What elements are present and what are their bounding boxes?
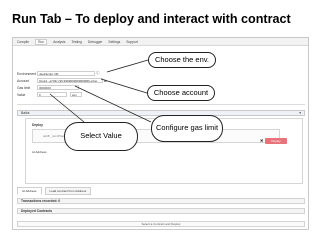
contract-select-value: Ballot <box>21 111 30 115</box>
callout-account: Choose account <box>147 85 215 101</box>
value-label: Value <box>17 92 26 97</box>
transactions-recorded-bar[interactable]: Transactions recorded: 0 <box>17 198 305 204</box>
value-row: Value 0 wei <box>17 92 82 97</box>
callout-env: Choose the env. <box>148 52 216 68</box>
menu-item-support[interactable]: Support <box>126 40 138 44</box>
account-row: Account 0xca3...a733c (99.99999999999999… <box>17 78 107 83</box>
menu-item-testing[interactable]: Testing <box>71 40 81 44</box>
divider <box>17 104 305 105</box>
callout-gas: Configure gas limit <box>151 115 223 142</box>
at-address-link[interactable]: At Address <box>32 150 47 154</box>
account-label: Account <box>17 78 30 83</box>
menu-bar: Compile Run Analysis Testing Debugger Se… <box>13 38 308 46</box>
menu-item-analysis[interactable]: Analysis <box>53 40 65 44</box>
gas-limit-label: Gas limit <box>17 85 31 90</box>
gas-limit-input[interactable]: 3000000 <box>37 85 79 90</box>
menu-item-settings[interactable]: Settings <box>108 40 120 44</box>
menu-item-debugger[interactable]: Debugger <box>88 40 102 44</box>
info-icon: ⓘ <box>96 71 100 75</box>
value-input[interactable]: 0 <box>37 92 67 97</box>
chevron-down-icon: ▾ <box>299 111 301 115</box>
menu-item-compile[interactable]: Compile <box>17 40 29 44</box>
value-unit-select[interactable]: wei <box>70 92 82 97</box>
environment-row: Environment JavaScript VM ⓘ <box>17 71 100 76</box>
slide-title: Run Tab – To deploy and interact with co… <box>12 12 291 26</box>
gas-limit-row: Gas limit 3000000 <box>17 85 79 90</box>
deploy-button[interactable]: Deploy <box>265 138 287 144</box>
menu-item-run[interactable]: Run <box>35 38 48 45</box>
environment-label: Environment <box>17 71 37 76</box>
account-select[interactable]: 0xca3...a733c (99.999999999999998) ether <box>37 78 103 83</box>
callout-value: Select Value <box>64 122 138 151</box>
copy-icon[interactable]: ⧉ <box>104 79 107 83</box>
tab-load-contract[interactable]: Load contract from Address <box>44 187 92 195</box>
status-bar: Select a Contract and Deploy <box>17 221 305 227</box>
remove-icon[interactable]: ✖ <box>260 138 263 143</box>
deployed-contracts-bar[interactable]: Deployed Contracts <box>17 208 305 214</box>
tab-at-address[interactable]: At Address <box>17 187 42 195</box>
lower-tabs: At Address Load contract from Address <box>17 187 92 195</box>
environment-select[interactable]: JavaScript VM <box>37 71 95 76</box>
deploy-panel-label: Deploy <box>32 123 43 127</box>
